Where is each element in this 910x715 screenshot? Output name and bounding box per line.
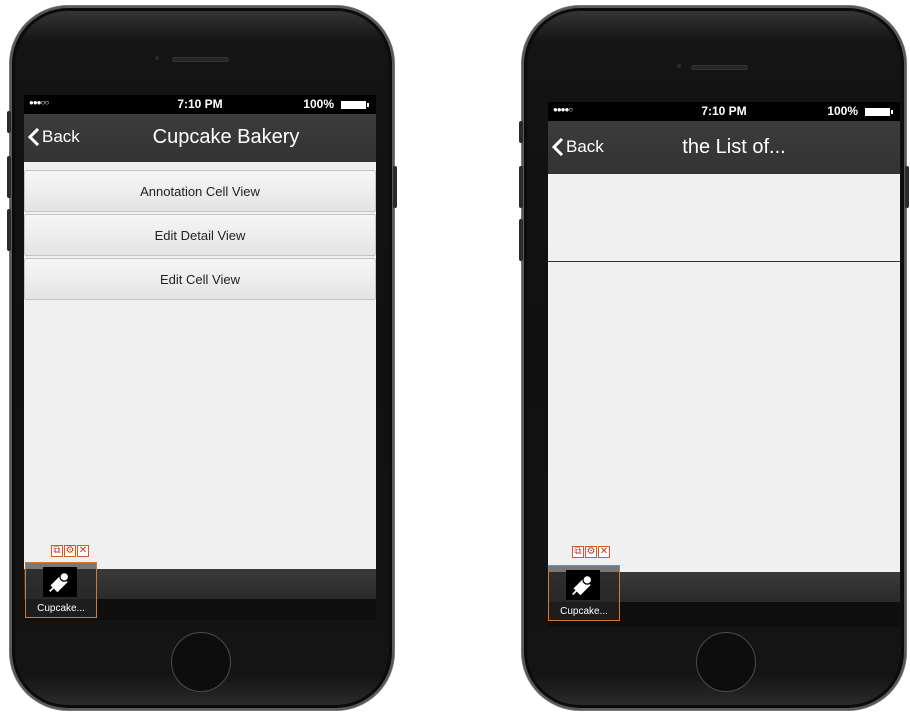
- power-button: [393, 166, 397, 208]
- volume-down-button: [519, 219, 523, 261]
- silent-switch: [7, 111, 11, 133]
- widget-cupcake[interactable]: ⧉ ⚙ ✕ Cupcake...: [548, 546, 622, 622]
- volume-up-button: [519, 166, 523, 208]
- copy-icon[interactable]: ⧉: [51, 545, 63, 557]
- volume-up-button: [7, 156, 11, 198]
- widget-label: Cupcake...: [560, 606, 608, 617]
- earpiece-speaker: [173, 58, 228, 61]
- close-icon[interactable]: ✕: [598, 546, 610, 558]
- page-title: Cupcake Bakery: [152, 126, 300, 148]
- widget-tools: ⧉ ⚙ ✕: [51, 545, 89, 557]
- home-button[interactable]: [696, 632, 756, 692]
- battery-percent: 100%: [303, 97, 334, 111]
- camera-dot: [155, 56, 159, 60]
- menu-item-edit-cell-view[interactable]: Edit Cell View: [24, 258, 376, 300]
- status-bar: ●●●○○ 7:10 PM 100%: [24, 95, 376, 114]
- widget-label: Cupcake...: [37, 603, 85, 614]
- navigation-bar: Back Cupcake Bakery: [24, 114, 376, 162]
- gear-icon[interactable]: ⚙: [585, 546, 597, 558]
- camera-dot: [677, 64, 681, 68]
- pin-icon: [43, 567, 77, 597]
- power-button: [905, 166, 909, 208]
- close-icon[interactable]: ✕: [77, 545, 89, 557]
- battery-percent: 100%: [827, 104, 858, 118]
- volume-down-button: [7, 209, 11, 251]
- silent-switch: [519, 121, 523, 143]
- copy-icon[interactable]: ⧉: [572, 546, 584, 558]
- menu-item-annotation-cell-view[interactable]: Annotation Cell View: [24, 170, 376, 212]
- widget-cupcake[interactable]: ⧉ ⚙ ✕ Cupcake...: [25, 545, 99, 621]
- status-bar: ●●●●○ 7:10 PM 100%: [548, 102, 900, 121]
- list-item[interactable]: [548, 174, 900, 262]
- menu-item-edit-detail-view[interactable]: Edit Detail View: [24, 214, 376, 256]
- widget-box[interactable]: Cupcake...: [548, 565, 620, 621]
- navigation-bar: Back the List of...: [548, 121, 900, 174]
- widget-box[interactable]: Cupcake...: [25, 562, 97, 618]
- widget-tools: ⧉ ⚙ ✕: [572, 546, 610, 558]
- earpiece-speaker: [692, 66, 747, 69]
- gear-icon[interactable]: ⚙: [64, 545, 76, 557]
- page-title: the List of...: [682, 136, 786, 158]
- battery-icon: [865, 108, 893, 116]
- battery-icon: [341, 101, 369, 109]
- home-button[interactable]: [171, 632, 231, 692]
- left-screen: ●●●○○ 7:10 PM 100% Back Cupcake Bakery A…: [24, 95, 376, 620]
- pin-icon: [566, 570, 600, 600]
